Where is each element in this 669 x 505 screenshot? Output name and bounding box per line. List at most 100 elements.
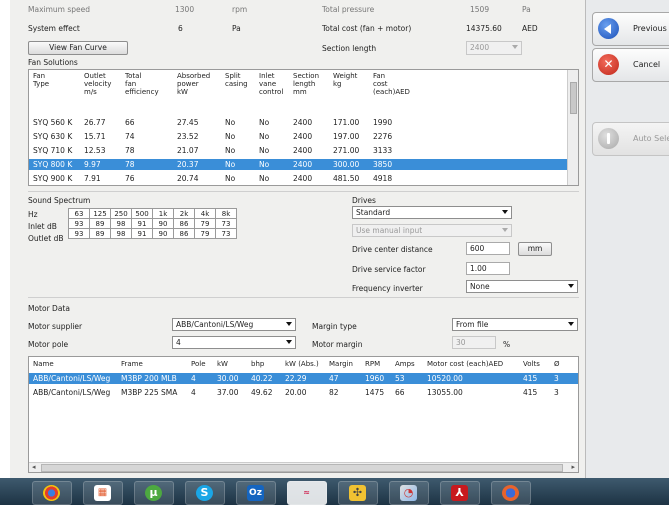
table-row[interactable]: SYQ 710 K 12.53 78 21.07 No No 2400 271.00 3133: [29, 145, 567, 156]
table-cell: No: [225, 174, 236, 183]
fan-col-header[interactable]: Absorbed power kW: [177, 72, 210, 96]
auto-select-button[interactable]: Auto Select: [592, 122, 669, 156]
section-length-label: Section length: [322, 44, 377, 53]
table-cell: 4: [191, 388, 196, 397]
firefox-icon[interactable]: [491, 481, 531, 505]
drive-center-distance-field[interactable]: 600: [466, 242, 510, 255]
table-cell: 21.07: [177, 146, 199, 155]
fan-col-header[interactable]: Fan cost (each)AED: [373, 72, 410, 96]
table-cell: 37.00: [217, 388, 239, 397]
chevron-down-icon: [502, 228, 508, 232]
acrobat-icon[interactable]: ⅄: [440, 481, 480, 505]
fan-col-header[interactable]: Total fan efficiency: [125, 72, 159, 96]
motor-pole-label: Motor pole: [28, 340, 69, 349]
motor-margin-field[interactable]: 30: [452, 336, 496, 349]
inlet-db-label: Inlet dB: [28, 222, 57, 231]
table-cell: SYQ 710 K: [33, 146, 73, 155]
motor-col-header[interactable]: Amps: [395, 360, 415, 368]
table-row[interactable]: ABB/Cantoni/LS/Weg M3BP 200 MLB 4 30.00 40.2…: [29, 373, 578, 384]
hz-label: Hz: [28, 210, 38, 219]
table-cell: 4: [191, 374, 196, 383]
fan-col-header[interactable]: Section length mm: [293, 72, 319, 96]
table-cell: 66: [395, 388, 405, 397]
motor-col-header[interactable]: Pole: [191, 360, 206, 368]
table-row[interactable]: SYQ 800 K 9.97 78 20.37 No No 2400 300.00 3850: [29, 159, 567, 170]
scrollbar-thumb[interactable]: [41, 464, 563, 472]
fan-col-header[interactable]: Inlet vane control: [259, 72, 283, 96]
motor-col-header[interactable]: Name: [33, 360, 54, 368]
drive-service-factor-field[interactable]: 1.00: [466, 262, 510, 275]
scrollbar-thumb[interactable]: [570, 82, 577, 114]
motor-col-header[interactable]: kW: [217, 360, 228, 368]
auto-select-icon: [598, 128, 619, 149]
section-length-select[interactable]: 2400: [466, 41, 522, 55]
table-cell: No: [225, 118, 236, 127]
drive-type-value: Standard: [356, 208, 391, 217]
fan-col-header[interactable]: Fan Type: [33, 72, 49, 88]
network-icon[interactable]: ✣: [338, 481, 378, 505]
table-cell: 23.52: [177, 132, 199, 141]
max-speed-unit: rpm: [232, 5, 248, 14]
outlook-icon[interactable]: Oz: [236, 481, 276, 505]
motor-col-header[interactable]: kW (Abs.): [285, 360, 319, 368]
motor-pole-value: 4: [176, 338, 181, 347]
paint-icon[interactable]: ◔: [389, 481, 429, 505]
table-cell: No: [259, 118, 270, 127]
app-icon[interactable]: ≈: [287, 481, 327, 505]
table-cell: 2400: [293, 132, 313, 141]
margin-type-select[interactable]: From file: [452, 318, 578, 331]
motor-data-title: Motor Data: [28, 304, 70, 313]
skype-icon[interactable]: S: [185, 481, 225, 505]
table-cell: 66: [125, 118, 135, 127]
previous-label: Previous: [633, 24, 667, 33]
motor-supplier-select[interactable]: ABB/Cantoni/LS/Weg: [172, 318, 296, 331]
fan-col-header[interactable]: Outlet velocity m/s: [84, 72, 111, 96]
center-distance-unit-button[interactable]: mm: [518, 242, 552, 256]
windows-grid-icon[interactable]: ▦: [83, 481, 123, 505]
spectrum-row-inlet: 93 89 98 91 90 86 79 73: [68, 218, 237, 229]
table-row[interactable]: SYQ 560 K 26.77 66 27.45 No No 2400 171.00 1990: [29, 117, 567, 128]
total-cost-unit: AED: [522, 24, 538, 33]
drive-type-select[interactable]: Standard: [352, 206, 512, 219]
fan-col-header[interactable]: Weight kg: [333, 72, 357, 88]
max-speed-value: 1300: [175, 5, 195, 14]
manual-input-select[interactable]: Use manual input: [352, 224, 512, 237]
view-fan-curve-button[interactable]: View Fan Curve: [28, 41, 128, 55]
motor-col-header[interactable]: Frame: [121, 360, 143, 368]
previous-button[interactable]: Previous: [592, 12, 669, 46]
table-cell: 13055.00: [427, 388, 463, 397]
spectrum-cell: 2k: [173, 208, 195, 219]
chrome-icon[interactable]: [32, 481, 72, 505]
table-cell: SYQ 630 K: [33, 132, 73, 141]
motor-table: Name Frame Pole kW bhp kW (Abs.) Margin RPM Amps…: [28, 356, 579, 473]
table-cell: 3: [554, 374, 559, 383]
table-cell: 78: [125, 160, 135, 169]
spectrum-cell: 98: [110, 218, 132, 229]
fan-table-scrollbar[interactable]: [567, 70, 578, 185]
spectrum-cell: 79: [194, 228, 216, 239]
scroll-right-icon[interactable]: ▸: [571, 463, 575, 471]
scroll-left-icon[interactable]: ◂: [32, 463, 36, 471]
table-row[interactable]: SYQ 630 K 15.71 74 23.52 No No 2400 197.00 2276: [29, 131, 567, 142]
motor-col-header[interactable]: RPM: [365, 360, 380, 368]
total-pressure-label: Total pressure: [322, 5, 375, 14]
motor-col-header[interactable]: Volts: [523, 360, 540, 368]
table-cell: 415: [523, 388, 538, 397]
motor-supplier-label: Motor supplier: [28, 322, 83, 331]
motor-col-header[interactable]: bhp: [251, 360, 264, 368]
motor-col-header[interactable]: Motor cost (each)AED: [427, 360, 503, 368]
utorrent-icon[interactable]: µ: [134, 481, 174, 505]
table-row[interactable]: SYQ 900 K 7.91 76 20.74 No No 2400 481.50 4918: [29, 173, 567, 184]
motor-col-header[interactable]: Margin: [329, 360, 353, 368]
back-arrow-icon: [598, 18, 619, 39]
table-row[interactable]: ABB/Cantoni/LS/Weg M3BP 225 SMA 4 37.00 49.6…: [29, 387, 578, 398]
motor-col-header[interactable]: Ø: [554, 360, 560, 368]
motor-table-hscrollbar[interactable]: ◂ ▸: [29, 462, 578, 472]
table-cell: No: [259, 132, 270, 141]
spectrum-cell: 79: [194, 218, 216, 229]
frequency-inverter-select[interactable]: None: [466, 280, 578, 293]
motor-pole-select[interactable]: 4: [172, 336, 296, 349]
table-cell: 1475: [365, 388, 385, 397]
fan-col-header[interactable]: Split casing: [225, 72, 248, 88]
cancel-button[interactable]: ✕ Cancel: [592, 48, 669, 82]
